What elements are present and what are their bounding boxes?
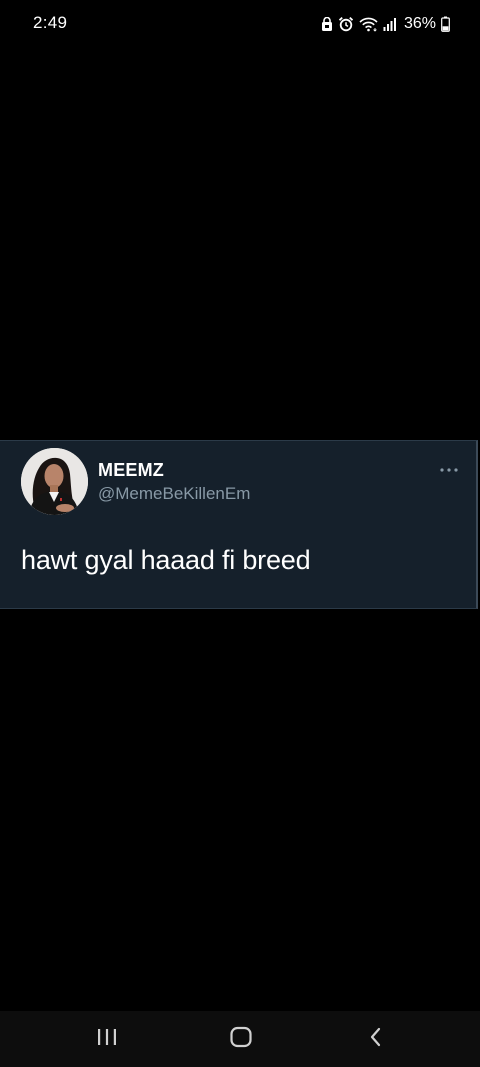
battery-icon <box>441 16 450 32</box>
recent-apps-icon <box>96 1027 118 1052</box>
status-icons: 36% <box>321 13 450 35</box>
battery-percent: 36% <box>403 15 436 32</box>
back-button[interactable] <box>336 1011 416 1067</box>
alarm-icon <box>338 16 354 32</box>
home-button[interactable] <box>201 1011 281 1067</box>
avatar[interactable] <box>21 448 88 515</box>
lock-icon <box>321 16 333 32</box>
more-horizontal-icon <box>439 460 459 478</box>
author-handle[interactable]: @MemeBeKillenEm <box>98 484 250 504</box>
tweet-card[interactable]: MEEMZ @MemeBeKillenEm hawt gyal haaad fi… <box>0 440 478 609</box>
back-icon <box>368 1026 384 1053</box>
author-name[interactable]: MEEMZ <box>98 460 164 481</box>
wifi-icon <box>359 16 378 32</box>
status-bar: 2:49 36% <box>0 0 480 48</box>
tweet-text: hawt gyal haaad fi breed <box>21 545 311 575</box>
home-icon <box>229 1026 253 1053</box>
more-options-button[interactable] <box>437 459 461 479</box>
recent-apps-button[interactable] <box>67 1011 147 1067</box>
screen: 2:49 36% MEEMZ @MemeBeKillenEm hawt gyal… <box>0 0 480 1067</box>
navigation-bar <box>0 1011 480 1067</box>
signal-icon <box>383 16 398 32</box>
status-time: 2:49 <box>33 13 68 32</box>
